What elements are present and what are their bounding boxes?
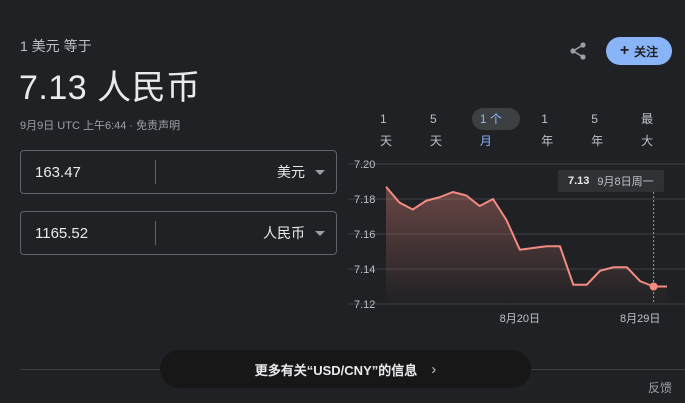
tab-1-year[interactable]: 1 年	[533, 108, 570, 148]
tab-5-day[interactable]: 5 天	[422, 108, 459, 148]
hover-point	[649, 282, 658, 291]
from-amount-input[interactable]: 163.47	[21, 164, 155, 181]
chevron-down-icon[interactable]	[315, 230, 325, 236]
tooltip-date: 9月8日周一	[597, 176, 654, 188]
tab-max[interactable]: 最大	[633, 108, 672, 148]
tab-5-year[interactable]: 5 年	[583, 108, 620, 148]
chevron-down-icon[interactable]	[315, 169, 325, 175]
follow-label: 关注	[634, 44, 659, 59]
to-currency-row: 1165.52 人民币	[20, 211, 337, 255]
tooltip-value: 7.13	[568, 175, 590, 187]
share-icon	[570, 42, 586, 60]
tab-1-month[interactable]: 1 个月	[471, 108, 521, 148]
share-button[interactable]	[565, 38, 591, 64]
to-amount-input[interactable]: 1165.52	[21, 225, 155, 242]
more-info-label: 更多有关“USD/CNY”的信息	[254, 362, 418, 378]
chart-tooltip: 7.13 9月8日周一	[558, 170, 664, 192]
conversion-subtitle: 1 美元 等于	[20, 38, 92, 54]
tab-1-day[interactable]: 1 天	[372, 108, 409, 148]
y-tick-label: 7.20	[354, 159, 375, 171]
conversion-result: 7.13 人民币	[19, 69, 201, 107]
y-tick-label: 7.18	[354, 194, 375, 206]
feedback-link[interactable]: 反馈	[648, 379, 672, 396]
y-tick-label: 7.14	[354, 264, 375, 276]
plus-icon: +	[619, 42, 630, 59]
to-currency-select[interactable]: 人民币	[156, 223, 315, 243]
x-tick-label: 8月20日	[500, 313, 540, 325]
range-tabs: 1 天 5 天 1 个月 1 年 5 年 最大	[372, 108, 685, 148]
y-tick-label: 7.16	[354, 229, 375, 241]
y-tick-label: 7.12	[354, 299, 375, 311]
x-tick-label: 8月29日	[620, 313, 660, 325]
divider	[531, 369, 685, 370]
follow-button[interactable]: + 关注	[606, 37, 672, 65]
chevron-right-icon: ›	[431, 360, 437, 378]
from-currency-select[interactable]: 美元	[156, 162, 315, 182]
timestamp-disclaimer[interactable]: 9月9日 UTC 上午6:44 · 免责声明	[20, 117, 180, 133]
divider	[20, 369, 160, 370]
from-currency-row: 163.47 美元	[20, 150, 337, 194]
more-info-button[interactable]: 更多有关“USD/CNY”的信息 ›	[160, 350, 531, 388]
series-area	[386, 186, 667, 304]
